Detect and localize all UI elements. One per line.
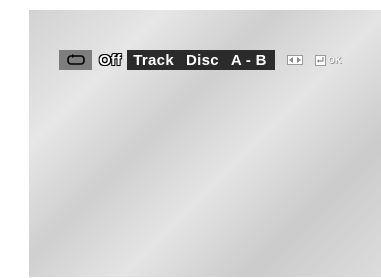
left-right-arrows-icon (286, 55, 303, 65)
repeat-disc-option[interactable]: Disc (186, 52, 219, 69)
enter-icon (314, 54, 326, 66)
navigation-hint (286, 50, 303, 70)
ok-label: OK (327, 55, 342, 65)
repeat-options-strip: Track Disc A - B (127, 50, 275, 70)
repeat-icon (59, 50, 92, 70)
repeat-ab-option[interactable]: A - B (231, 52, 267, 69)
repeat-track-option[interactable]: Track (133, 52, 174, 69)
tv-screen: Off Track Disc A - B OK (29, 10, 381, 277)
repeat-off-option[interactable]: Off (96, 50, 124, 70)
repeat-menu-bar: Off Track Disc A - B OK (59, 50, 341, 70)
ok-hint: OK (314, 50, 342, 70)
